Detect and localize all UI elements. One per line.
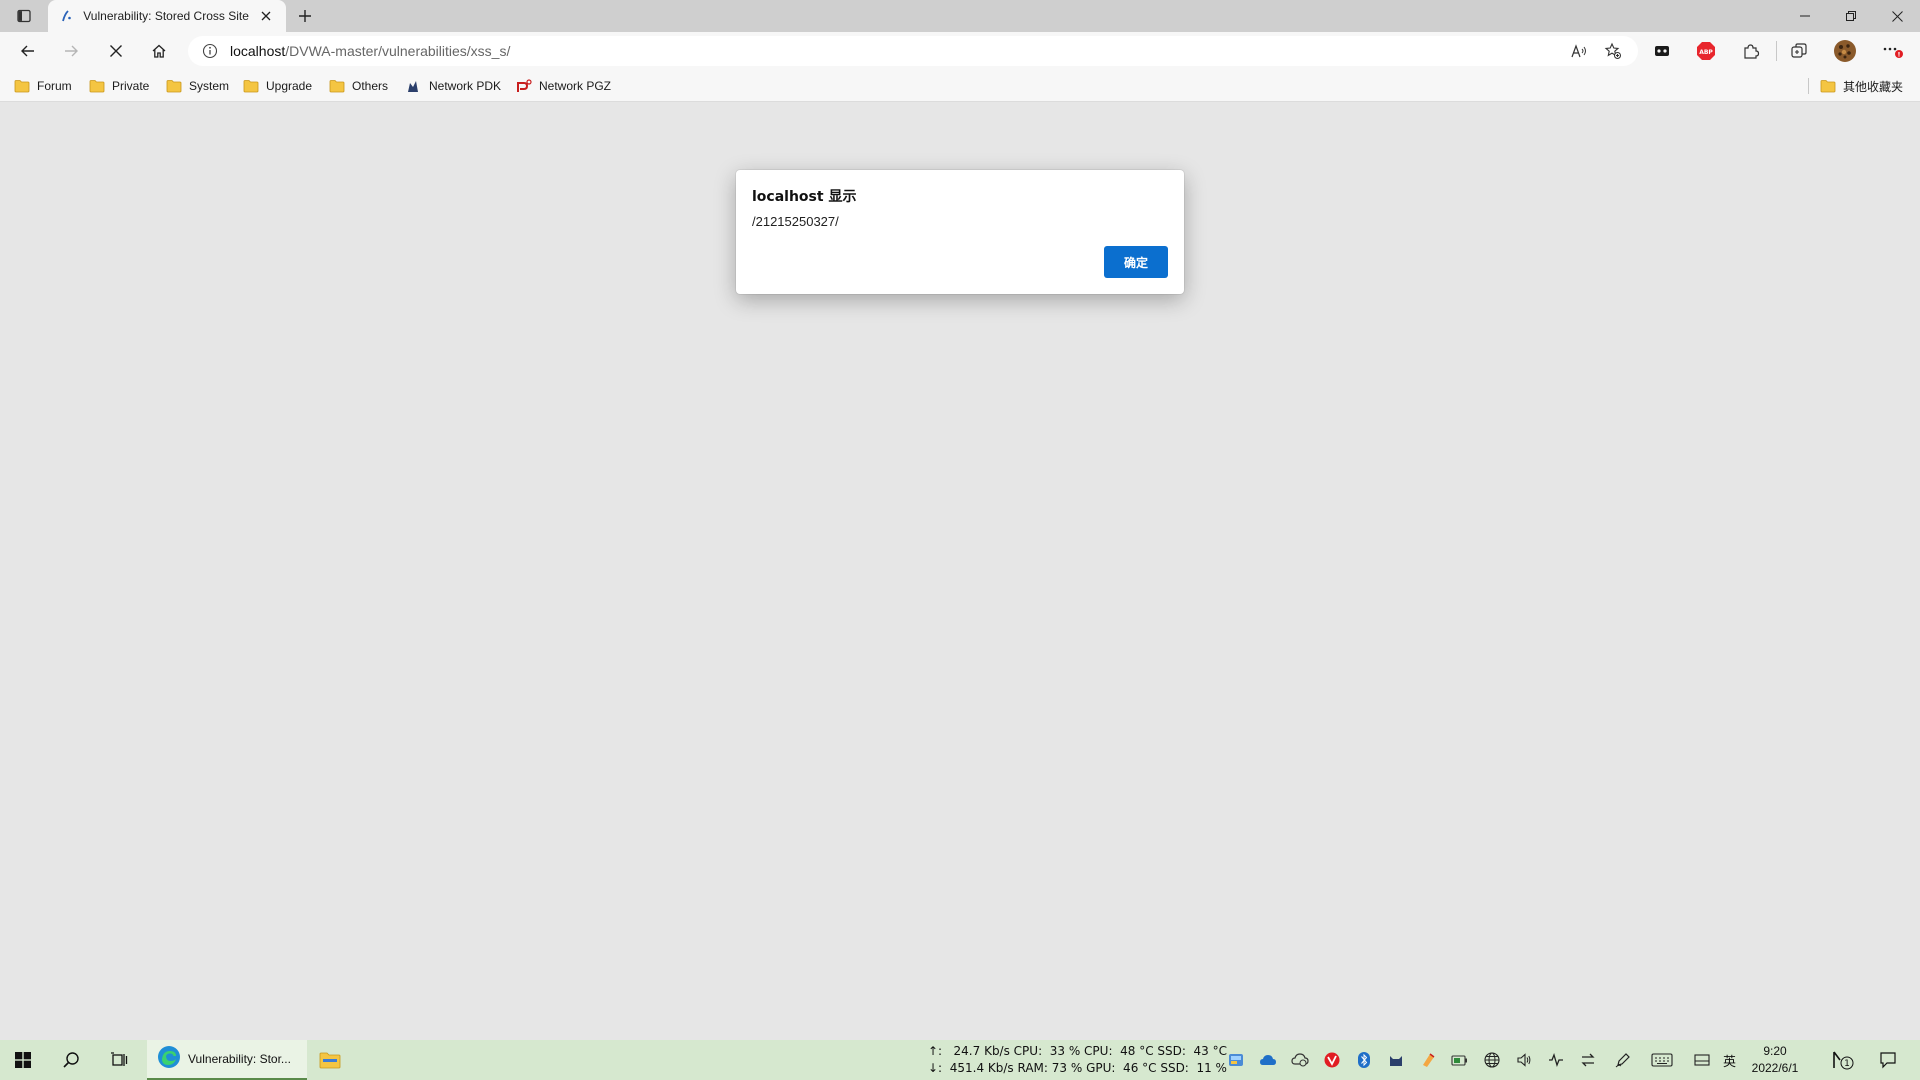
cat-app-icon[interactable] bbox=[1386, 1050, 1406, 1070]
bookmark-label: Upgrade bbox=[266, 79, 313, 93]
bookmark-system[interactable]: System bbox=[166, 76, 229, 96]
browser-toolbar: localhost/DVWA-master/vulnerabilities/xs… bbox=[0, 32, 1920, 70]
file-explorer-icon[interactable] bbox=[307, 1040, 353, 1080]
collections-icon[interactable] bbox=[1784, 37, 1814, 65]
browser-tab[interactable]: Vulnerability: Stored Cross Site Scripti… bbox=[48, 0, 286, 32]
more-menu-icon[interactable]: ! bbox=[1878, 37, 1908, 65]
bookmark-other-favorites[interactable]: 其他收藏夹 bbox=[1820, 76, 1903, 96]
tab-strip: Vulnerability: Stored Cross Site Scripti… bbox=[0, 0, 1920, 32]
network-globe-icon[interactable] bbox=[1482, 1050, 1502, 1070]
network-pgz-icon bbox=[516, 79, 532, 93]
taskbar-app-edge[interactable]: Vulnerability: Stor... bbox=[147, 1040, 307, 1080]
address-bar[interactable]: localhost/DVWA-master/vulnerabilities/xs… bbox=[188, 36, 1638, 66]
dialog-message: /21215250327/ bbox=[752, 214, 839, 229]
forward-icon[interactable] bbox=[55, 37, 87, 65]
bookmark-network-pdk[interactable]: Network PDK bbox=[406, 76, 501, 96]
clock[interactable]: 9:20 2022/6/1 bbox=[1748, 1043, 1802, 1077]
tab-close-icon[interactable] bbox=[257, 6, 276, 26]
onedrive-icon[interactable] bbox=[1258, 1050, 1278, 1070]
taskbar-app-label: Vulnerability: Stor... bbox=[188, 1052, 291, 1066]
activity-icon[interactable] bbox=[1546, 1050, 1566, 1070]
profile-avatar[interactable] bbox=[1830, 37, 1860, 65]
bookmark-label: System bbox=[189, 79, 230, 93]
task-view-icon[interactable] bbox=[96, 1040, 142, 1080]
bluetooth-icon[interactable] bbox=[1354, 1050, 1374, 1070]
bookmark-label: Network PGZ bbox=[539, 79, 612, 93]
clock-time: 9:20 bbox=[1763, 1044, 1787, 1058]
site-info-icon[interactable] bbox=[200, 41, 220, 61]
close-window-icon[interactable] bbox=[1874, 0, 1920, 32]
edge-icon bbox=[157, 1045, 181, 1074]
back-icon[interactable] bbox=[12, 37, 44, 65]
volume-icon[interactable] bbox=[1514, 1050, 1534, 1070]
bookmark-forum[interactable]: Forum bbox=[14, 76, 72, 96]
new-tab-icon[interactable] bbox=[293, 4, 317, 28]
home-icon[interactable] bbox=[143, 37, 175, 65]
svg-text:1: 1 bbox=[1844, 1059, 1850, 1069]
stats-line-upload: ↑: 24.7 Kb/s CPU: 33 % CPU: 48 °C SSD: 4… bbox=[928, 1044, 1227, 1058]
action-center-icon[interactable] bbox=[1878, 1050, 1898, 1070]
restore-icon[interactable] bbox=[1828, 0, 1874, 32]
bookmark-private[interactable]: Private bbox=[89, 76, 149, 96]
bookmark-label: Private bbox=[112, 79, 150, 93]
ok-button[interactable]: 确定 bbox=[1104, 246, 1168, 278]
pen-icon[interactable] bbox=[1613, 1050, 1633, 1070]
system-stats: ↑: 24.7 Kb/s CPU: 33 % CPU: 48 °C SSD: 4… bbox=[928, 1043, 1227, 1077]
bookmark-network-pgz[interactable]: Network PGZ bbox=[516, 76, 611, 96]
bookmark-label: 其他收藏夹 bbox=[1843, 79, 1904, 94]
tray-app-icon[interactable] bbox=[1226, 1050, 1246, 1070]
folder-icon bbox=[166, 79, 182, 93]
bookmarks-divider bbox=[1808, 78, 1809, 94]
bookmark-upgrade[interactable]: Upgrade bbox=[243, 76, 312, 96]
folder-icon bbox=[243, 79, 259, 93]
bookmarks-bar: Forum Private System Upgrade Others Netw… bbox=[0, 70, 1920, 102]
bookmark-label: Network PDK bbox=[429, 79, 502, 93]
dialog-title: localhost 显示 bbox=[752, 189, 857, 205]
stats-line-download: ↓: 451.4 Kb/s RAM: 73 % GPU: 46 °C SSD: … bbox=[928, 1061, 1227, 1075]
dvwa-favicon-icon bbox=[58, 8, 73, 24]
svg-text:ABP: ABP bbox=[1699, 49, 1713, 56]
battery-manager-icon[interactable] bbox=[1450, 1050, 1470, 1070]
input-method-indicator[interactable]: 英 bbox=[1723, 1051, 1736, 1070]
tab-actions-icon[interactable] bbox=[8, 4, 40, 28]
folder-icon bbox=[1820, 79, 1836, 93]
bookmark-label: Others bbox=[352, 79, 389, 93]
add-favorite-icon[interactable] bbox=[1600, 39, 1626, 63]
minimize-icon[interactable] bbox=[1782, 0, 1828, 32]
cloud-sync-icon[interactable] bbox=[1290, 1050, 1310, 1070]
url-path: /DVWA-master/vulnerabilities/xss_s/ bbox=[285, 43, 511, 59]
extensions-puzzle-icon[interactable] bbox=[1736, 37, 1766, 65]
svg-text:!: ! bbox=[1898, 51, 1901, 59]
toolbar-extension-icon[interactable] bbox=[1647, 37, 1677, 65]
search-icon[interactable] bbox=[48, 1040, 94, 1080]
adblock-plus-icon[interactable]: ABP bbox=[1691, 37, 1721, 65]
notifications-count-icon[interactable]: 1 bbox=[1832, 1050, 1856, 1070]
toolbar-divider bbox=[1776, 41, 1777, 61]
folder-icon bbox=[329, 79, 345, 93]
windows-start-icon[interactable] bbox=[0, 1040, 46, 1080]
network-pdk-icon bbox=[406, 79, 422, 93]
highlight-tool-icon[interactable] bbox=[1418, 1050, 1438, 1070]
folder-icon bbox=[14, 79, 30, 93]
url-host: localhost bbox=[230, 43, 286, 59]
read-aloud-icon[interactable] bbox=[1566, 39, 1592, 63]
taskbar: Vulnerability: Stor... ↑: 24.7 Kb/s CPU:… bbox=[0, 1040, 1920, 1080]
tab-title: Vulnerability: Stored Cross Site Scripti… bbox=[83, 9, 251, 23]
display-icon[interactable] bbox=[1692, 1050, 1712, 1070]
stop-loading-icon[interactable] bbox=[100, 37, 132, 65]
page-content: localhost 显示 /21215250327/ 确定 bbox=[0, 102, 1920, 1040]
clock-date: 2022/6/1 bbox=[1751, 1061, 1799, 1075]
alert-dialog: localhost 显示 /21215250327/ 确定 bbox=[736, 170, 1184, 294]
bookmark-others[interactable]: Others bbox=[329, 76, 388, 96]
antivirus-icon[interactable] bbox=[1322, 1050, 1342, 1070]
bookmark-label: Forum bbox=[37, 79, 72, 93]
transfer-icon[interactable] bbox=[1578, 1050, 1598, 1070]
folder-icon bbox=[89, 79, 105, 93]
keyboard-icon[interactable] bbox=[1650, 1050, 1674, 1070]
